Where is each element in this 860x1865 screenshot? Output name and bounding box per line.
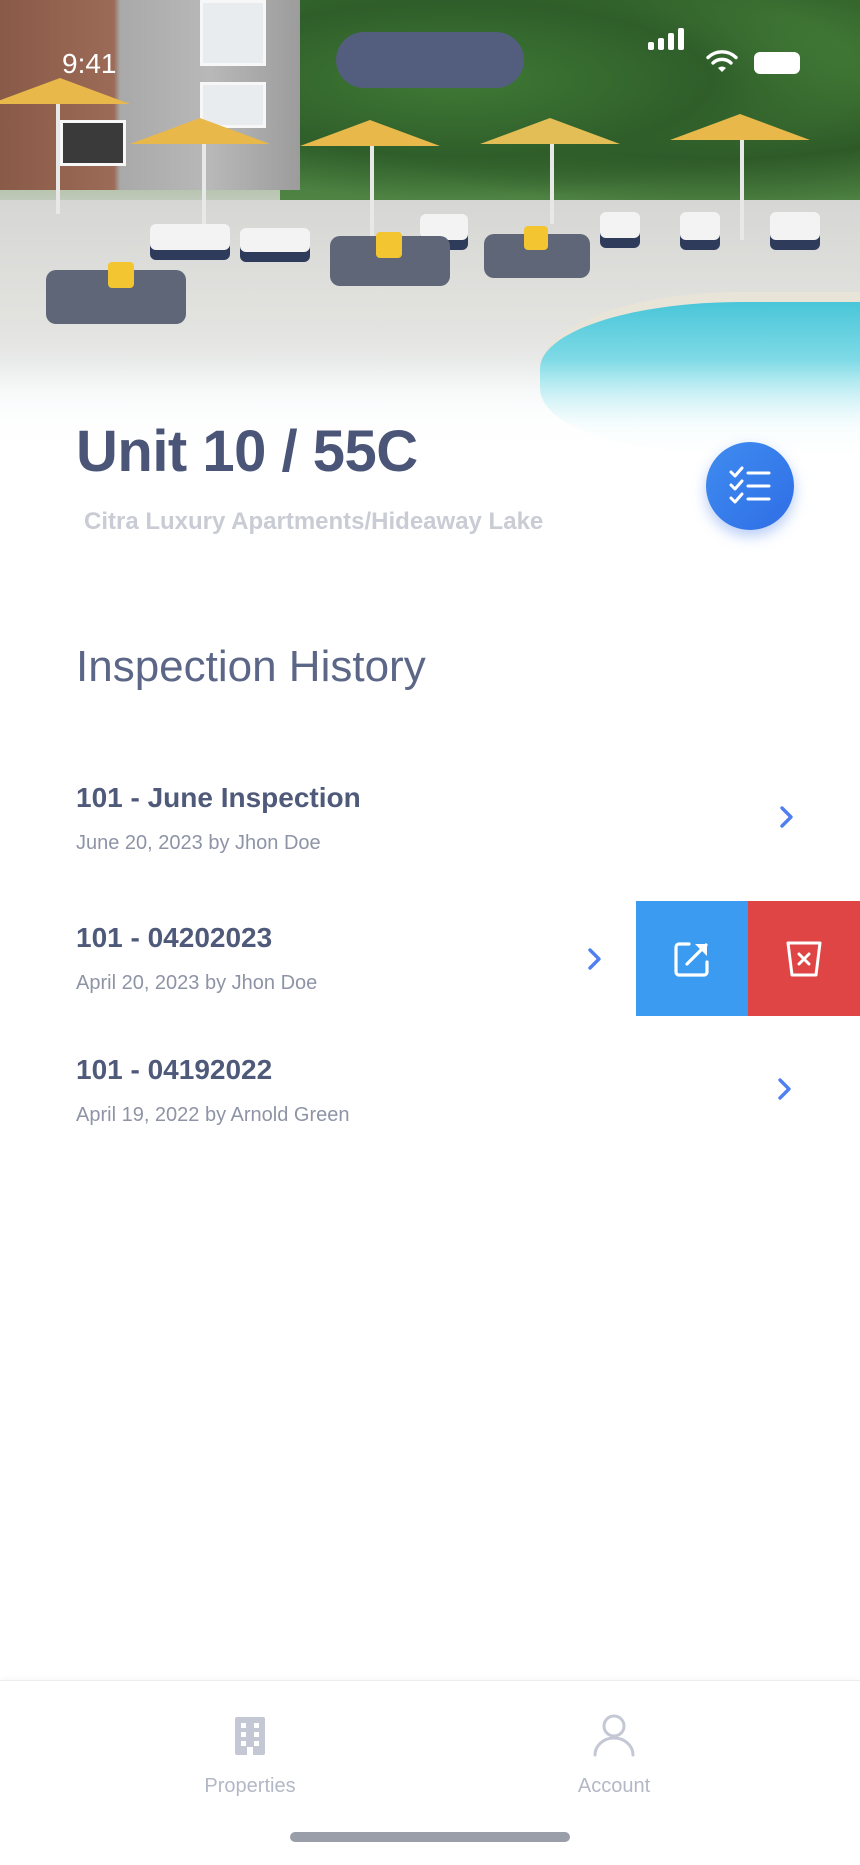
inspection-subtitle: June 20, 2023 by Jhon Doe xyxy=(76,832,321,854)
inspection-title: 101 - June Inspection xyxy=(76,782,361,813)
inspection-title: 101 - 04202023 xyxy=(76,922,273,953)
tab-account[interactable]: Account xyxy=(514,1711,714,1801)
tab-label-account: Account xyxy=(577,1775,651,1797)
property-name: Citra Luxury Apartments/Hideaway Lake xyxy=(84,508,544,535)
battery-icon xyxy=(754,52,800,74)
checklist-icon xyxy=(729,466,771,504)
chevron-right-icon xyxy=(778,1078,791,1100)
share-action-button[interactable] xyxy=(636,901,748,1016)
status-time: 9:41 xyxy=(62,48,117,79)
chevron-right-icon xyxy=(780,806,793,828)
user-icon xyxy=(593,1714,635,1757)
tab-label-properties: Properties xyxy=(204,1775,296,1797)
delete-icon xyxy=(786,941,822,977)
dynamic-island xyxy=(336,32,524,88)
new-inspection-button[interactable] xyxy=(706,442,794,530)
home-indicator xyxy=(290,1832,570,1842)
tab-properties[interactable]: Properties xyxy=(150,1711,350,1801)
status-bar: 9:41 xyxy=(0,0,860,120)
inspection-list-item[interactable]: 101 - 04192022 April 19, 2022 by Arnold … xyxy=(0,1042,860,1162)
chevron-right-icon xyxy=(588,948,601,970)
delete-action-button[interactable] xyxy=(748,901,860,1016)
inspection-list-item[interactable]: 101 - June Inspection June 20, 2023 by J… xyxy=(0,770,860,890)
unit-title: Unit 10 / 55C xyxy=(76,419,418,484)
external-link-icon xyxy=(674,942,709,977)
inspection-title: 101 - 04192022 xyxy=(76,1054,273,1085)
wifi-icon xyxy=(706,50,738,72)
inspection-subtitle: April 19, 2022 by Arnold Green xyxy=(76,1104,350,1126)
inspection-subtitle: April 20, 2023 by Jhon Doe xyxy=(76,972,318,994)
building-icon xyxy=(235,1717,265,1755)
section-title-inspection-history: Inspection History xyxy=(76,642,426,691)
